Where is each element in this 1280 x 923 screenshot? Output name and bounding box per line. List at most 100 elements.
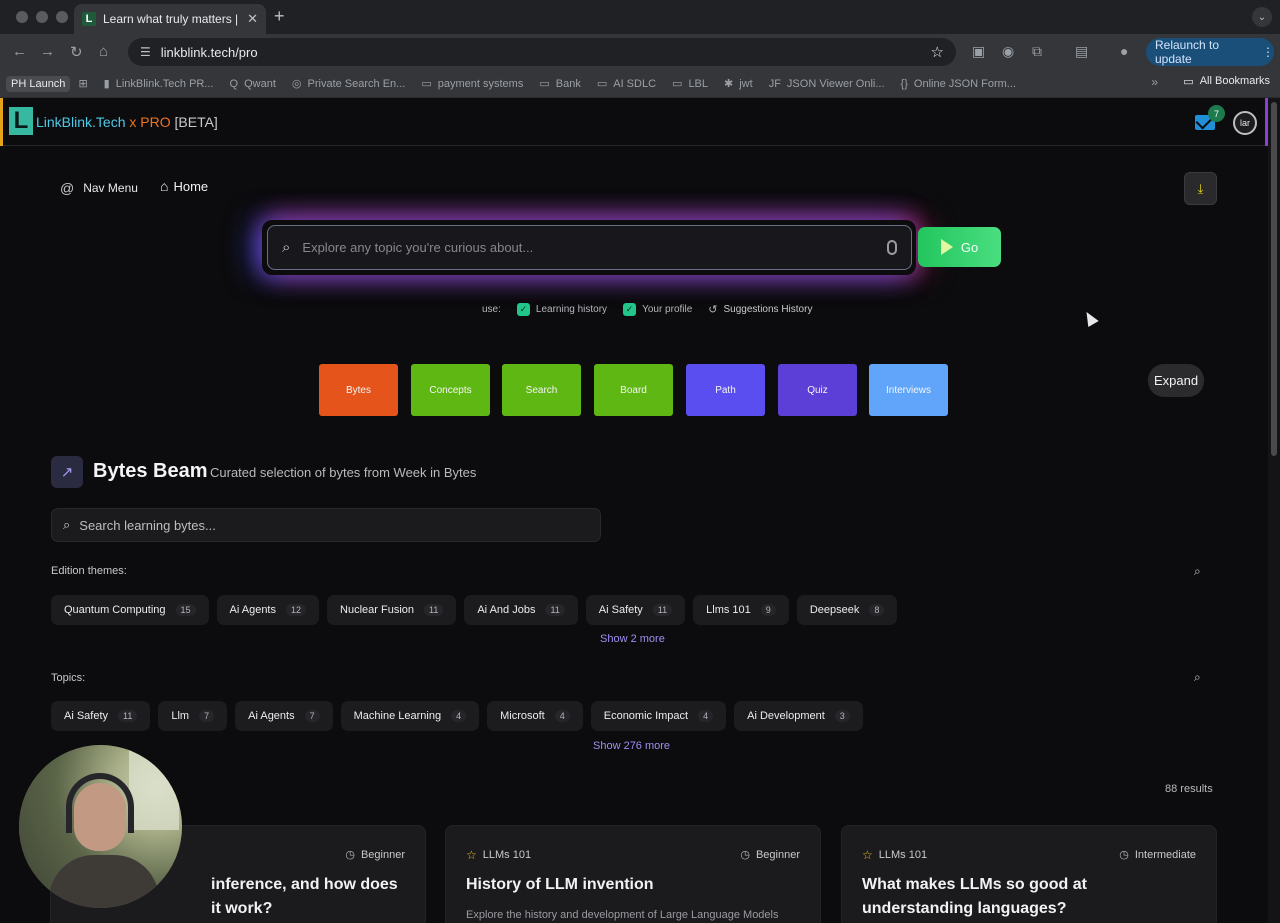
mode-quiz-button[interactable]: Quiz: [778, 364, 857, 416]
theme-chip[interactable]: Ai And Jobs 11: [464, 595, 578, 625]
theme-chip[interactable]: Quantum Computing 15: [51, 595, 209, 625]
page-scrollbar[interactable]: [1268, 98, 1280, 923]
site-info-icon[interactable]: ☰: [140, 45, 151, 59]
bookmark-star-icon[interactable]: ☆: [931, 43, 944, 61]
all-bookmarks[interactable]: ▭ All Bookmarks: [1183, 75, 1270, 88]
show-more-themes-link[interactable]: Show 2 more: [600, 633, 665, 645]
expand-button[interactable]: Expand: [1148, 364, 1204, 397]
mode-concepts-button[interactable]: Concepts: [411, 364, 490, 416]
topic-search-input[interactable]: [302, 240, 875, 255]
user-avatar[interactable]: lar: [1233, 111, 1257, 135]
address-bar[interactable]: ☰ linkblink.tech/pro ☆: [128, 38, 956, 66]
topic-chip[interactable]: Microsoft 4: [487, 701, 583, 731]
close-window-button[interactable]: [16, 11, 28, 23]
brand-logo-icon[interactable]: L: [9, 107, 33, 135]
chip-label: Ai Agents: [229, 604, 276, 616]
history-icon[interactable]: ↺: [708, 303, 717, 316]
star-icon: ☆: [862, 848, 873, 862]
mode-search-button[interactable]: Search: [502, 364, 581, 416]
topic-chip[interactable]: Machine Learning 4: [340, 701, 480, 731]
go-button[interactable]: Go: [918, 227, 1001, 267]
forward-arrow-icon[interactable]: →: [40, 43, 55, 60]
mode-board-button[interactable]: Board: [594, 364, 673, 416]
topic-chip[interactable]: Ai Development 3: [734, 701, 863, 731]
download-icon[interactable]: ⤓: [1184, 172, 1217, 205]
bytes-search-box: ⌕: [51, 508, 601, 542]
theme-chip[interactable]: Ai Agents 12: [216, 595, 320, 625]
reload-icon[interactable]: ↻: [70, 43, 83, 61]
topic-chip[interactable]: Llm 7: [158, 701, 228, 731]
learning-history-label: Learning history: [535, 304, 608, 315]
topic-chip[interactable]: Economic Impact 4: [590, 701, 727, 731]
bookmark-item[interactable]: {} Online JSON Form...: [893, 78, 1024, 90]
json-icon: {}: [900, 77, 908, 90]
theme-chip[interactable]: Deepseek 8: [796, 595, 898, 625]
clock-icon: ◷: [345, 849, 355, 861]
maximize-window-button[interactable]: [56, 11, 68, 23]
bookmark-item[interactable]: PH Launch: [6, 75, 71, 92]
back-arrow-icon[interactable]: ←: [12, 43, 27, 60]
mode-path-button[interactable]: Path: [686, 364, 765, 416]
brand-name: LinkBlink.Tech: [36, 114, 126, 130]
suggestions-history-link[interactable]: Suggestions History: [724, 304, 813, 315]
bookmark-item[interactable]: JF JSON Viewer Onli...: [761, 78, 893, 90]
your-profile-checkbox[interactable]: ✓: [623, 303, 637, 316]
profile-icon[interactable]: ●: [1120, 43, 1128, 59]
theme-chip[interactable]: Ai Safety 11: [585, 595, 686, 625]
brand-title[interactable]: LinkBlink.Tech x PRO [BETA]: [36, 114, 218, 130]
new-tab-icon[interactable]: +: [274, 6, 285, 27]
play-icon: [940, 239, 953, 255]
chip-label: Nuclear Fusion: [340, 604, 414, 616]
topics-label: Topics:: [51, 672, 86, 684]
translate-icon[interactable]: ▣: [972, 43, 985, 60]
theme-chip[interactable]: Nuclear Fusion 11: [327, 595, 457, 625]
search-icon[interactable]: ⌕: [1194, 564, 1201, 579]
search-icon: ⌕: [282, 239, 291, 256]
card-title: inference, and how does it work?: [211, 876, 398, 917]
topic-chip[interactable]: Ai Agents 7: [235, 701, 333, 731]
bytes-search-input[interactable]: [79, 517, 589, 533]
tab-search-chevron-icon[interactable]: ⌄: [1252, 7, 1272, 27]
extensions-icon[interactable]: ⧉: [1032, 43, 1042, 60]
bookmark-item[interactable]: ◎ Private Search En...: [284, 77, 413, 91]
card-title: What makes LLMs so good at understanding…: [862, 876, 1087, 917]
bookmark-item[interactable]: ▭ Bank: [531, 77, 588, 91]
show-more-topics-link[interactable]: Show 276 more: [593, 740, 670, 752]
scrollbar-thumb[interactable]: [1271, 102, 1277, 456]
folder-icon: ▭: [672, 78, 683, 90]
bookmark-item[interactable]: ⊞: [70, 77, 95, 90]
nav-menu-button[interactable]: @ Nav Menu: [60, 176, 138, 200]
chip-count: 4: [554, 710, 570, 722]
relaunch-button[interactable]: Relaunch to update ⋮: [1146, 38, 1274, 66]
tab-strip: L Learn what truly matters | LinkBlink ✕…: [0, 0, 1280, 34]
byte-card[interactable]: ☆ LLMs 101 ◷ Beginner History of LLM inven…: [445, 825, 821, 923]
bookmark-item[interactable]: Q Qwant: [222, 78, 284, 90]
home-link[interactable]: ⌂ Home: [160, 178, 208, 194]
learning-history-checkbox[interactable]: ✓: [516, 303, 530, 316]
qwant-icon: Q: [229, 77, 239, 90]
close-tab-icon[interactable]: ✕: [247, 11, 258, 27]
card-tag: ☆ LLMs 101: [862, 848, 927, 862]
topic-chip[interactable]: Ai Safety 11: [51, 701, 151, 731]
minimize-window-button[interactable]: [36, 11, 48, 23]
active-tab[interactable]: L Learn what truly matters | LinkBlink ✕: [74, 4, 266, 34]
bookmark-item[interactable]: ▭ AI SDLC: [589, 77, 664, 91]
mode-interviews-button[interactable]: Interviews: [869, 364, 948, 416]
more-bookmarks-icon[interactable]: »: [1151, 75, 1158, 89]
bookmark-item[interactable]: ▮ LinkBlink.Tech PR...: [96, 77, 222, 91]
bookmark-item[interactable]: ▭ LBL: [664, 77, 716, 91]
chip-count: 11: [545, 604, 565, 616]
mode-bytes-button[interactable]: Bytes: [319, 364, 398, 416]
camera-icon[interactable]: ◉: [1002, 43, 1014, 60]
search-icon[interactable]: ⌕: [1194, 670, 1201, 685]
theme-chip[interactable]: Llms 101 9: [693, 595, 789, 625]
home-icon[interactable]: ⌂: [99, 43, 108, 60]
microphone-icon[interactable]: [887, 240, 897, 255]
browser-toolbar: ← → ↻ ⌂ ☰ linkblink.tech/pro ☆ ▣ ◉ ⧉ ▤ ●…: [0, 34, 1280, 70]
byte-card[interactable]: ☆ LLMs 101 ◷ Intermediate What makes LLMs …: [841, 825, 1217, 923]
bookmark-item[interactable]: ✱ jwt: [716, 77, 761, 91]
side-panel-icon[interactable]: ▤: [1075, 43, 1088, 60]
chip-count: 4: [698, 710, 714, 722]
bookmark-item[interactable]: ▭ payment systems: [413, 77, 531, 91]
chip-label: Ai Agents: [248, 710, 295, 722]
